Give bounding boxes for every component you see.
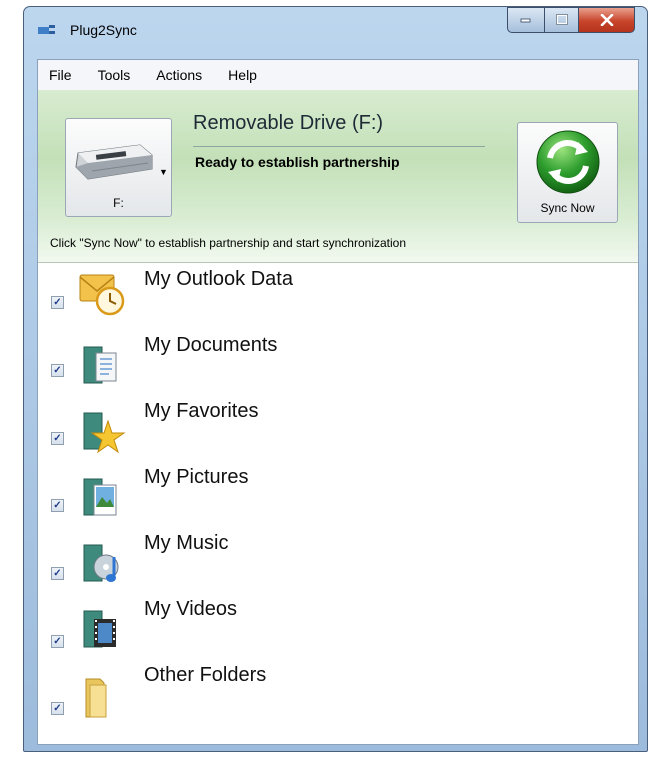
drive-letter-label: F: <box>113 196 124 210</box>
music-library-icon <box>83 544 119 582</box>
window-title: Plug2Sync <box>70 22 137 38</box>
folder-checkbox[interactable]: ✓ <box>51 635 64 648</box>
title-bar[interactable]: Plug2Sync <box>24 7 647 59</box>
chevron-down-icon: ▼ <box>159 167 168 177</box>
folder-row-music: ✓ My Music <box>38 527 638 593</box>
menu-actions[interactable]: Actions <box>143 67 215 83</box>
menu-file[interactable]: File <box>38 67 85 83</box>
folder-row-pictures: ✓ My Pictures <box>38 461 638 527</box>
close-icon <box>600 14 613 26</box>
folder-row-other: ✓ Other Folders <box>38 659 638 725</box>
folder-label: My Favorites <box>144 400 259 422</box>
folder-label: My Outlook Data <box>144 268 293 290</box>
maximize-icon <box>555 14 568 25</box>
folder-checkbox[interactable]: ✓ <box>51 296 64 309</box>
folder-row-documents: ✓ My Documents <box>38 329 638 395</box>
folder-row-outlook: ✓ My Outlook Data <box>38 263 638 329</box>
menu-tools[interactable]: Tools <box>85 67 144 83</box>
folder-list: ✓ My Outlook Data ✓ My Documents ✓ My Fa… <box>38 263 638 744</box>
client-area: File Tools Actions Help ▼ F: Removable D… <box>37 59 639 745</box>
sync-now-label: Sync Now <box>540 201 595 215</box>
folder-label: My Videos <box>144 598 238 620</box>
folder-checkbox[interactable]: ✓ <box>51 499 64 512</box>
folder-row-videos: ✓ My Videos <box>38 593 638 659</box>
drive-name: Removable Drive (F:) <box>193 112 384 134</box>
app-window: Plug2Sync File Tools Actions Help ▼ F: R… <box>23 6 648 752</box>
menu-bar: File Tools Actions Help <box>38 60 638 91</box>
minimize-icon <box>520 18 531 23</box>
removable-drive-icon <box>75 144 153 180</box>
instruction-text: Click "Sync Now" to establish partnershi… <box>50 236 407 250</box>
folder-checkbox[interactable]: ✓ <box>51 432 64 445</box>
documents-library-icon <box>83 346 117 384</box>
drive-select-button[interactable]: ▼ F: <box>65 118 172 217</box>
folder-checkbox[interactable]: ✓ <box>51 364 64 377</box>
sync-icon <box>536 130 600 194</box>
folder-label: My Documents <box>144 334 278 356</box>
folder-label: Other Folders <box>144 664 267 686</box>
folder-label: My Pictures <box>144 466 249 488</box>
sync-now-button[interactable]: Sync Now <box>517 122 618 223</box>
folder-checkbox[interactable]: ✓ <box>51 567 64 580</box>
minimize-button[interactable] <box>507 7 545 33</box>
outlook-icon <box>79 274 125 316</box>
favorites-icon <box>83 412 126 454</box>
maximize-button[interactable] <box>545 7 579 33</box>
drive-panel: ▼ F: Removable Drive (F:) Ready to estab… <box>38 90 638 263</box>
folder-label: My Music <box>144 532 229 554</box>
videos-library-icon <box>83 610 116 648</box>
divider <box>193 146 485 147</box>
folder-checkbox[interactable]: ✓ <box>51 702 64 715</box>
close-button[interactable] <box>579 7 635 33</box>
folder-row-favorites: ✓ My Favorites <box>38 395 638 461</box>
drive-status: Ready to establish partnership <box>195 154 400 170</box>
pictures-library-icon <box>83 478 117 516</box>
menu-help[interactable]: Help <box>215 67 270 83</box>
folder-icon <box>85 678 107 718</box>
plug2sync-app-icon <box>38 25 55 34</box>
